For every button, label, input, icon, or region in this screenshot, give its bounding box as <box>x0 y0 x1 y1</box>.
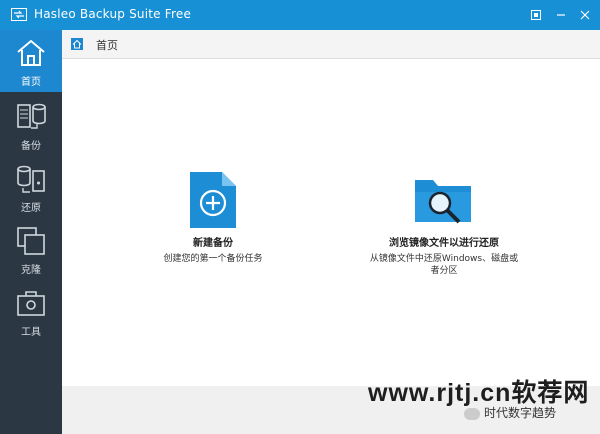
breadcrumb-home[interactable]: 首页 <box>96 37 118 53</box>
clone-icon <box>17 227 45 255</box>
browse-image-desc-line1: 从镜像文件中还原Windows、磁盘或 <box>369 254 519 264</box>
sidebar-item-label: 工具 <box>21 327 41 338</box>
browse-image-desc: 从镜像文件中还原Windows、磁盘或 者分区 <box>361 253 527 277</box>
minimize-icon <box>557 14 565 16</box>
title-bar: Hasleo Backup Suite Free <box>0 0 600 30</box>
window-title: Hasleo Backup Suite Free <box>34 7 192 21</box>
sidebar-item-label: 克隆 <box>21 265 41 276</box>
sidebar-item-home[interactable]: 首页 <box>0 30 62 92</box>
new-backup-file-icon <box>190 172 236 228</box>
sidebar-item-clone[interactable]: 克隆 <box>0 218 62 280</box>
breadcrumb: 首页 <box>62 30 600 59</box>
sidebar-item-restore[interactable]: 还原 <box>0 156 62 218</box>
watermark-subtext: 时代数字趋势 <box>464 404 556 421</box>
sidebar-item-tools[interactable]: 工具 <box>0 280 62 342</box>
home-icon <box>17 39 45 66</box>
close-icon <box>580 10 590 20</box>
sidebar-item-label: 还原 <box>21 203 41 214</box>
backup-icon <box>17 103 46 129</box>
browse-image-desc-line2: 者分区 <box>430 266 458 276</box>
new-backup-action[interactable]: 新建备份 创建您的第一个备份任务 <box>138 170 288 265</box>
new-backup-title: 新建备份 <box>193 238 233 249</box>
restore-icon <box>17 165 45 193</box>
restore-window-button[interactable] <box>526 5 546 25</box>
watermark-subtext-label: 时代数字趋势 <box>484 406 557 420</box>
folder-search-icon <box>415 180 471 224</box>
browse-image-title: 浏览镜像文件以进行还原 <box>389 238 499 249</box>
sidebar-item-label: 首页 <box>21 77 41 88</box>
wechat-icon <box>464 407 480 420</box>
tools-icon <box>17 291 45 316</box>
sidebar: 首页 备份 还原 克隆 工具 <box>0 30 62 434</box>
window-mode-icon <box>531 10 541 20</box>
app-logo-icon <box>11 8 27 21</box>
close-button[interactable] <box>575 5 595 25</box>
new-backup-desc: 创建您的第一个备份任务 <box>163 254 263 264</box>
home-small-icon <box>71 38 83 50</box>
minimize-button[interactable] <box>551 5 571 25</box>
sidebar-item-backup[interactable]: 备份 <box>0 94 62 156</box>
sidebar-item-label: 备份 <box>21 141 41 152</box>
browse-image-action[interactable]: 浏览镜像文件以进行还原 从镜像文件中还原Windows、磁盘或 者分区 <box>361 170 527 277</box>
